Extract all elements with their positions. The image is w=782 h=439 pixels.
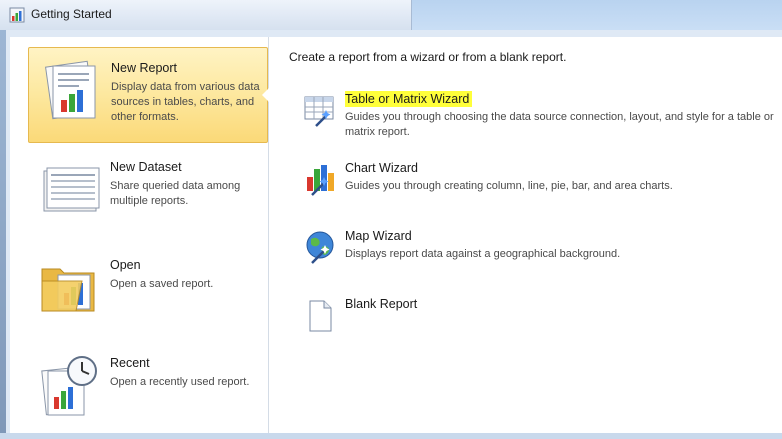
option-description: Guides you through creating column, line… — [345, 180, 673, 192]
nav-item-new-report[interactable]: New Report Display data from various dat… — [28, 47, 268, 143]
nav-item-description: Open a recently used report. — [110, 376, 250, 388]
title-bar[interactable]: Getting Started — [0, 0, 412, 30]
option-map-wizard[interactable]: Map Wizard Displays report data against … — [300, 227, 780, 287]
folder-icon — [41, 268, 95, 312]
report-icon — [45, 60, 96, 120]
map-wizard-icon — [306, 231, 334, 264]
nav-item-recent[interactable]: Recent Open a recently used report. — [28, 343, 268, 439]
option-title: Table or Matrix Wizard — [345, 91, 473, 107]
nav-item-description: Display data from various data sources i… — [111, 81, 260, 123]
nav-item-description: Share queried data among multiple report… — [110, 180, 241, 207]
option-chart-wizard[interactable]: Chart Wizard Guides you through creating… — [300, 159, 780, 219]
nav-item-title: Recent — [110, 356, 150, 370]
nav-item-new-dataset[interactable]: New Dataset Share queried data among mul… — [28, 147, 268, 243]
nav-item-title: New Report — [111, 61, 177, 75]
nav-item-open[interactable]: Open Open a saved report. — [28, 245, 268, 341]
nav-item-title: Open — [110, 258, 141, 272]
blank-report-icon — [309, 300, 332, 332]
app-report-icon — [9, 7, 25, 23]
option-table-matrix-wizard[interactable]: Table or Matrix Wizard Guides you throug… — [300, 90, 780, 150]
nav-item-description: Open a saved report. — [110, 278, 214, 290]
option-description: Guides you through choosing the data sou… — [345, 111, 774, 138]
option-title: Map Wizard — [345, 229, 412, 243]
option-blank-report[interactable]: Blank Report — [300, 295, 780, 355]
option-description: Displays report data against a geographi… — [345, 248, 621, 260]
selection-pointer — [262, 88, 269, 102]
window-title: Getting Started — [31, 7, 112, 21]
recent-clock-icon — [41, 356, 97, 416]
option-title: Blank Report — [345, 297, 418, 311]
table-wizard-icon — [304, 96, 334, 127]
main-header: Create a report from a wizard or from a … — [289, 50, 567, 64]
dataset-icon — [43, 167, 100, 212]
option-title: Chart Wizard — [345, 161, 418, 175]
nav-item-title: New Dataset — [110, 160, 182, 174]
getting-started-dialog: Getting Started New Report Display data … — [0, 0, 782, 433]
chart-wizard-icon — [307, 165, 334, 196]
